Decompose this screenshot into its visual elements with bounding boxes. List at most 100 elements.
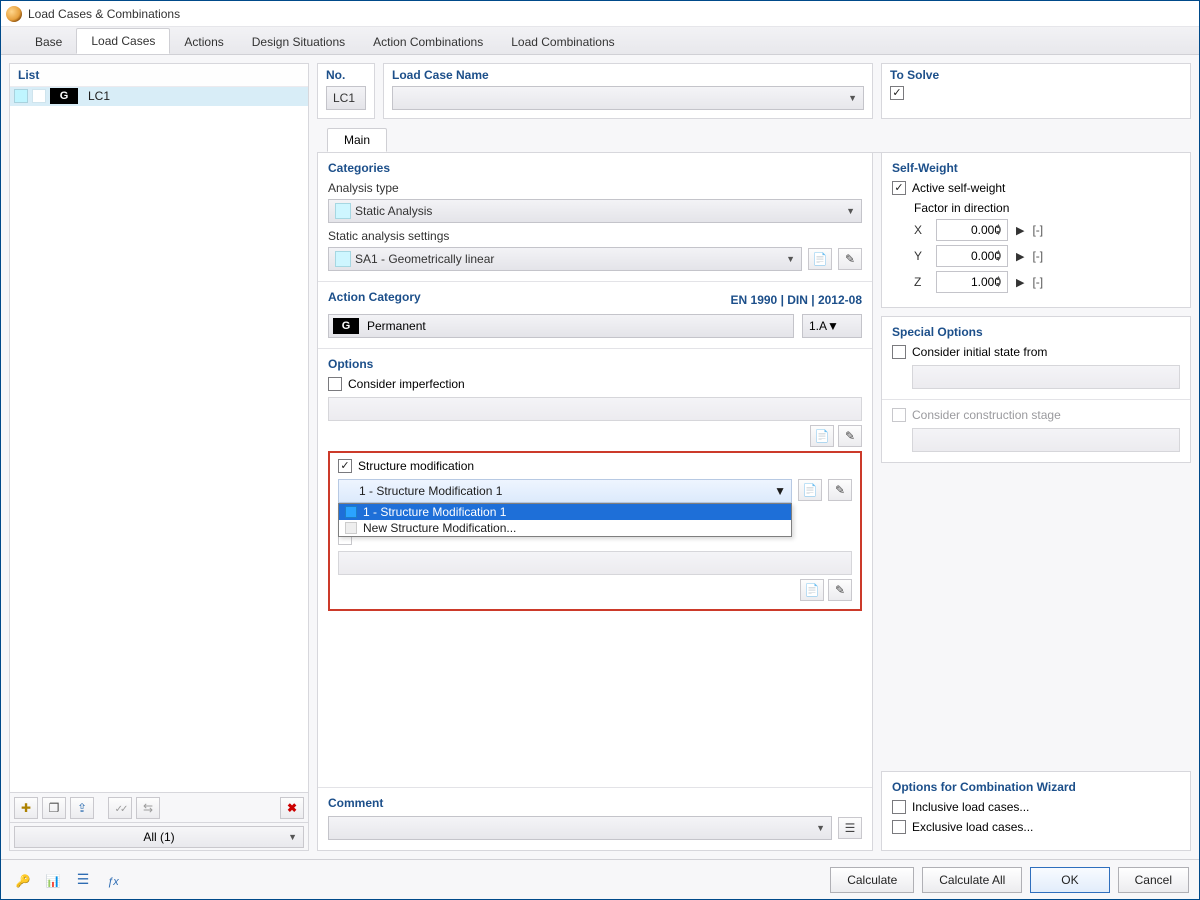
cancel-button[interactable]: Cancel xyxy=(1118,867,1189,893)
spinner-arrows-icon[interactable]: ▲▼ xyxy=(995,273,1005,291)
sm-new-button[interactable] xyxy=(798,479,822,501)
bottom-bar: Calculate Calculate All OK Cancel xyxy=(1,859,1199,899)
tab-load-combinations[interactable]: Load Combinations xyxy=(497,30,628,54)
exclusive-checkbox[interactable] xyxy=(892,820,906,834)
key-tool[interactable] xyxy=(11,868,35,892)
initial-state-checkbox[interactable] xyxy=(892,345,906,359)
calculate-all-button[interactable]: Calculate All xyxy=(922,867,1022,893)
title-bar: Load Cases & Combinations xyxy=(1,1,1199,27)
self-weight-panel: Self-Weight Active self-weight Factor in… xyxy=(881,152,1191,308)
list-item-lc1[interactable]: G LC1 xyxy=(10,87,308,106)
calculate-button[interactable]: Calculate xyxy=(830,867,914,893)
list-filter-row: All (1) ▼ xyxy=(10,822,308,850)
fx-tool[interactable] xyxy=(101,868,125,892)
initial-state-label: Consider initial state from xyxy=(912,345,1047,359)
key-icon xyxy=(16,872,31,888)
structure-modification-checkbox[interactable] xyxy=(338,459,352,473)
swap-icon xyxy=(143,801,153,815)
new-button[interactable] xyxy=(14,797,38,819)
imperfection-select xyxy=(328,397,862,421)
ok-label: OK xyxy=(1061,873,1078,887)
copy-button[interactable] xyxy=(42,797,66,819)
sas-edit-button[interactable] xyxy=(838,248,862,270)
edit-icon xyxy=(845,429,855,443)
options-group: Options Consider imperfection xyxy=(318,349,872,788)
delete-button[interactable] xyxy=(280,797,304,819)
go-arrow-icon[interactable]: ▶ xyxy=(1016,250,1024,263)
imperfection-edit-button[interactable] xyxy=(838,425,862,447)
color-swatch-icon xyxy=(14,89,28,103)
axis-y-label: Y xyxy=(914,249,928,263)
categories-group: Categories Analysis type Static Analysis… xyxy=(318,153,872,282)
name-box: Load Case Name ▼ xyxy=(383,63,873,119)
axis-x-label: X xyxy=(914,223,928,237)
inclusive-checkbox[interactable] xyxy=(892,800,906,814)
main-area: Main Categories Analysis type Stat xyxy=(317,127,1191,851)
go-arrow-icon[interactable]: ▶ xyxy=(1016,276,1024,289)
swap-button[interactable] xyxy=(136,797,160,819)
ok-button[interactable]: OK xyxy=(1030,867,1109,893)
sas-new-button[interactable] xyxy=(808,248,832,270)
sas-label: Static analysis settings xyxy=(328,229,862,243)
tab-load-cases[interactable]: Load Cases xyxy=(76,28,170,54)
tab-design-situations[interactable]: Design Situations xyxy=(238,30,359,54)
imperfection-new-button[interactable] xyxy=(810,425,834,447)
unit-x: [-] xyxy=(1032,223,1043,237)
action-category-code-value: 1.A xyxy=(809,319,827,333)
blank-swatch-icon xyxy=(345,522,357,534)
sm-edit-button[interactable] xyxy=(828,479,852,501)
self-weight-title: Self-Weight xyxy=(892,161,1180,175)
structure-modification-selected[interactable]: 1 - Structure Modification 1 ▼ xyxy=(338,479,792,503)
check-button[interactable] xyxy=(108,797,132,819)
initial-state-select xyxy=(912,365,1180,389)
spinner-arrows-icon[interactable]: ▲▼ xyxy=(995,221,1005,239)
factor-x-input[interactable]: 0.000 ▲▼ xyxy=(936,219,1008,241)
spinner-arrows-icon[interactable]: ▲▼ xyxy=(995,247,1005,265)
name-field[interactable]: ▼ xyxy=(392,86,864,110)
empty-swatch-icon xyxy=(32,89,46,103)
action-category-code-select[interactable]: 1.A ▼ xyxy=(802,314,862,338)
middle-column: No. LC1 Load Case Name ▼ To Solve xyxy=(317,63,1191,851)
tosolve-box: To Solve xyxy=(881,63,1191,119)
construction-stage-label: Consider construction stage xyxy=(912,408,1061,422)
new-icon xyxy=(815,429,830,443)
bottom-left-tools xyxy=(11,868,125,892)
factor-z-input[interactable]: 1.000 ▲▼ xyxy=(936,271,1008,293)
export-button[interactable] xyxy=(70,797,94,819)
sm-option-new[interactable]: New Structure Modification... xyxy=(339,520,791,536)
check-icon xyxy=(115,801,126,815)
exclusive-label: Exclusive load cases... xyxy=(912,820,1033,834)
active-self-weight-checkbox[interactable] xyxy=(892,181,906,195)
tab-action-combinations[interactable]: Action Combinations xyxy=(359,30,497,54)
main-tab-main[interactable]: Main xyxy=(327,128,387,152)
right-spacer xyxy=(881,471,1191,763)
comment-group: Comment ▼ xyxy=(318,788,872,850)
sas-select[interactable]: SA1 - Geometrically linear ▼ xyxy=(328,247,802,271)
tosolve-checkbox[interactable] xyxy=(890,86,904,100)
tab-actions[interactable]: Actions xyxy=(170,30,237,54)
tab-base[interactable]: Base xyxy=(21,30,76,54)
go-arrow-icon[interactable]: ▶ xyxy=(1016,224,1024,237)
new-icon xyxy=(803,483,818,497)
comment-title: Comment xyxy=(328,796,862,810)
color-swatch-icon xyxy=(345,506,357,518)
calc-tool[interactable] xyxy=(41,868,65,892)
comment-field[interactable]: ▼ xyxy=(328,816,832,840)
sm-option-1[interactable]: 1 - Structure Modification 1 xyxy=(339,504,791,520)
new-icon xyxy=(21,801,31,815)
unknown-new-button[interactable] xyxy=(800,579,824,601)
no-value: LC1 xyxy=(333,91,355,105)
factor-y-input[interactable]: 0.000 ▲▼ xyxy=(936,245,1008,267)
comment-list-button[interactable] xyxy=(838,817,862,839)
list-tool[interactable] xyxy=(71,868,95,892)
sm-option-new-label: New Structure Modification... xyxy=(363,521,516,535)
consider-imperfection-checkbox[interactable] xyxy=(328,377,342,391)
load-case-listbox[interactable]: G LC1 xyxy=(10,86,308,792)
action-category-select[interactable]: G Permanent xyxy=(328,314,794,338)
structure-modification-highlight: Structure modification 1 - Structure Mod… xyxy=(328,451,862,611)
analysis-type-select[interactable]: Static Analysis ▼ xyxy=(328,199,862,223)
unknown-edit-button[interactable] xyxy=(828,579,852,601)
structure-modification-dropdown[interactable]: 1 - Structure Modification 1 ▼ 1 - Struc… xyxy=(338,479,792,503)
list-filter-combo[interactable]: All (1) ▼ xyxy=(14,826,304,848)
no-field[interactable]: LC1 xyxy=(326,86,366,110)
